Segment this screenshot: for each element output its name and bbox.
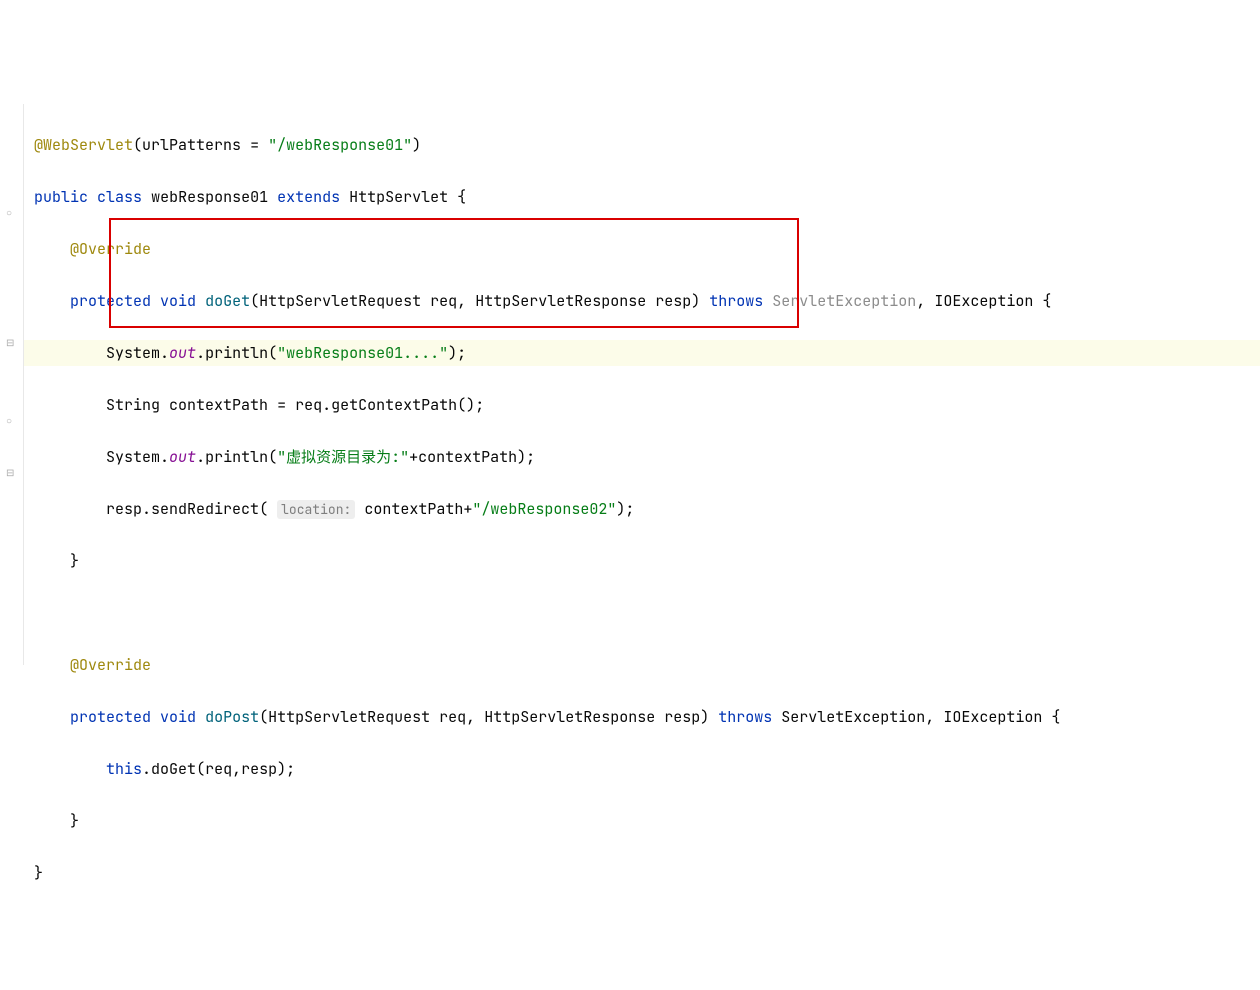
code-line: resp.sendRedirect( location: contextPath… bbox=[34, 496, 1260, 522]
override-gutter-icon[interactable]: ○ bbox=[6, 408, 18, 420]
code-area[interactable]: @WebServlet(urlPatterns = "/webResponse0… bbox=[24, 104, 1260, 665]
parameter-hint: location: bbox=[277, 500, 355, 519]
annotation: @WebServlet bbox=[34, 135, 133, 155]
code-line: System.out.println("虚拟资源目录为:"+contextPat… bbox=[34, 444, 1260, 470]
gutter: ○ ⊟ ○ ⊟ bbox=[0, 104, 24, 665]
code-line: public class webResponse01 extends HttpS… bbox=[34, 184, 1260, 210]
fold-icon[interactable]: ⊟ bbox=[6, 330, 18, 342]
code-line bbox=[34, 600, 1260, 626]
code-line: @Override bbox=[34, 652, 1260, 678]
override-gutter-icon[interactable]: ○ bbox=[6, 200, 18, 212]
code-line: @Override bbox=[34, 236, 1260, 262]
code-line: String contextPath = req.getContextPath(… bbox=[34, 392, 1260, 418]
code-line: @WebServlet(urlPatterns = "/webResponse0… bbox=[34, 132, 1260, 158]
code-editor[interactable]: ○ ⊟ ○ ⊟ @WebServlet(urlPatterns = "/webR… bbox=[0, 104, 1260, 665]
code-line: } bbox=[34, 860, 1260, 886]
code-line: protected void doPost(HttpServletRequest… bbox=[34, 704, 1260, 730]
code-line: } bbox=[34, 548, 1260, 574]
code-line: protected void doGet(HttpServletRequest … bbox=[34, 288, 1260, 314]
code-line: this.doGet(req,resp); bbox=[34, 756, 1260, 782]
code-line-highlight: System.out.println("webResponse01...."); bbox=[24, 340, 1260, 366]
fold-icon[interactable]: ⊟ bbox=[6, 460, 18, 472]
code-line: } bbox=[34, 808, 1260, 834]
